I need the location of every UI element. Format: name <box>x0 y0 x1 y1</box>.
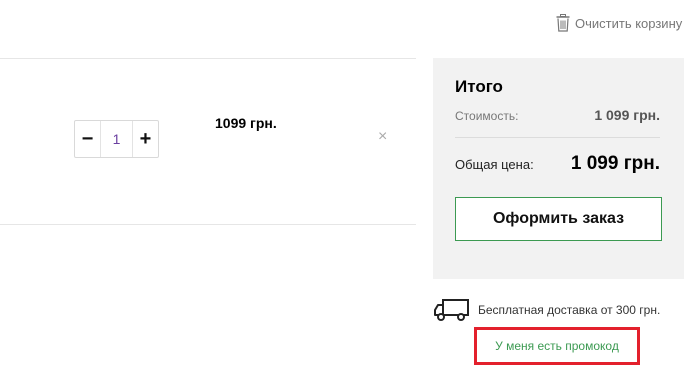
summary-divider <box>455 137 660 138</box>
truck-icon <box>434 299 470 321</box>
summary-title: Итого <box>455 77 503 96</box>
order-summary-panel: Итого Стоимость: 1 099 грн. Общая цена: … <box>433 58 684 279</box>
clear-cart-button[interactable]: Очистить корзину <box>556 14 682 32</box>
total-label: Общая цена: <box>455 157 534 172</box>
promo-code-link[interactable]: У меня есть промокод <box>495 339 619 353</box>
cost-value: 1 099 грн. <box>594 107 660 123</box>
trash-icon <box>556 14 570 32</box>
checkout-button[interactable]: Оформить заказ <box>455 197 662 241</box>
divider-top <box>0 58 416 59</box>
divider-bottom <box>0 224 416 225</box>
cost-label: Стоимость: <box>455 109 519 123</box>
total-value: 1 099 грн. <box>570 153 660 174</box>
increase-quantity-button[interactable]: + <box>132 121 158 157</box>
clear-cart-label: Очистить корзину <box>575 15 683 31</box>
decrease-quantity-button[interactable]: − <box>75 121 101 157</box>
remove-item-button[interactable]: × <box>378 129 387 145</box>
quantity-value[interactable]: 1 <box>101 121 132 157</box>
delivery-text: Бесплатная доставка от 300 грн. <box>478 303 661 317</box>
delivery-info: Бесплатная доставка от 300 грн. <box>434 299 660 321</box>
quantity-stepper[interactable]: − 1 + <box>74 120 159 158</box>
item-price: 1099 грн. <box>215 115 277 131</box>
promo-highlight-box: У меня есть промокод <box>474 327 640 365</box>
